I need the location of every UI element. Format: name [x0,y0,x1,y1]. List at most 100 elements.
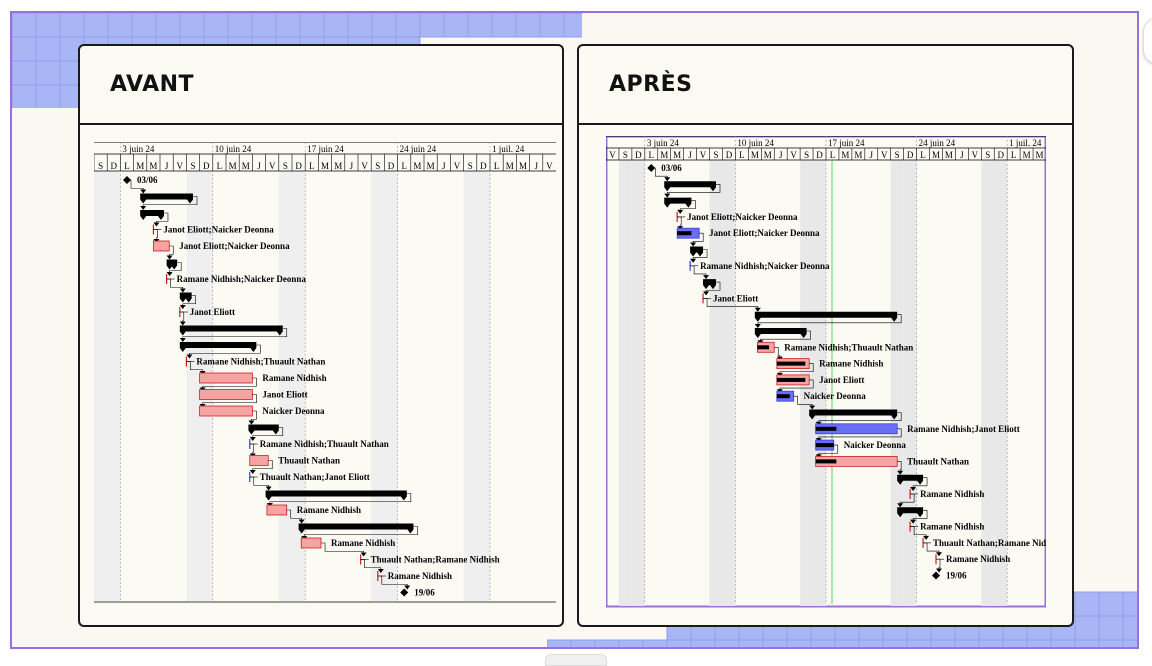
task-label: Ramane Nidhish [920,489,984,499]
task-label: Janot Eliott [262,390,307,400]
weekend-shade [709,160,723,606]
bottom-tab-handle[interactable] [545,654,607,666]
week-label: 17 juin 24 [828,138,865,148]
weekend-shade [384,171,398,601]
grid-deco-cell [1098,591,1124,617]
grid-deco-cell [978,639,1004,647]
day-label: S [375,161,380,171]
summary-bar [664,181,716,192]
dependency-arrowhead [166,272,173,276]
task-bar [300,537,322,549]
after-panel-title: APRÈS [609,72,693,97]
grid-deco-cell [35,13,61,38]
milestone-diamond [400,588,409,597]
day-label: V [972,150,979,160]
grid-deco-cell [491,13,517,38]
dependency-arrowhead [249,437,256,441]
grid-deco-cell [1122,615,1137,641]
dependency-arrowhead [936,568,942,573]
task-label: Thuault Nathan;Ramane Nidhish [933,538,1046,548]
dependency-arrowhead [179,288,186,293]
weekend-shade [618,160,632,606]
day-label: J [165,161,169,171]
task-progress [815,426,837,431]
week-label: 24 juin 24 [400,144,437,154]
day-label: D [111,161,118,171]
task-label: Janot Eliott [819,375,864,385]
grid-deco-cell [954,639,980,647]
day-label: L [920,150,926,160]
day-label: S [98,161,103,171]
task-label: Ramane Nidhish [920,522,984,532]
day-label: V [177,161,184,171]
day-label: M [673,150,681,160]
grid-deco-cell [12,84,37,108]
dependency-arrowhead [153,222,160,227]
task-bar [249,455,269,466]
dependency-arrowhead [754,307,761,312]
grid-deco-cell [203,13,229,38]
before-panel: AVANT 3 juin 24 10 juin 24 17 juin 24 24 ju… [78,44,564,627]
grid-deco-cell [419,13,445,38]
weekend-shade [476,171,490,601]
before-panel-title: AVANT [110,72,195,97]
task-label: Ramane Nidhish;Naicker Deonna [700,261,830,271]
day-label: M [660,150,668,160]
weekend-shade [278,171,292,601]
weekend-shade [463,171,477,601]
dependency-arrowhead [265,486,272,491]
milestone-diamond [932,571,940,580]
dependency-arrowhead [249,470,256,474]
day-label: J [442,161,446,171]
week-label: 17 juin 24 [307,144,344,154]
day-label: L [1011,150,1017,160]
day-label: L [830,150,836,160]
day-label: L [739,150,745,160]
dependency-arrowhead [179,338,186,342]
dependency-arrowhead [179,321,186,326]
task-bar [266,504,288,516]
weekend-shade [631,160,645,606]
task-progress [776,394,790,399]
day-label: V [700,150,707,160]
week-label: 10 juin 24 [737,138,774,148]
dependency-arrowhead [703,291,710,296]
task-bar [199,372,253,384]
grid-deco-cell [618,639,644,647]
task-label: Thuault Nathan [278,456,340,466]
summary-bar [754,328,807,338]
task-label: Ramane Nidhish [331,538,395,548]
grid-deco-cell [1122,639,1137,647]
grid-deco-cell [642,639,668,647]
dependency-arrowhead [404,585,411,590]
summary-bar [664,197,692,208]
week-label: 10 juin 24 [215,144,252,154]
grid-deco-cell [1074,639,1100,647]
task-label: Ramane Nidhish;Thuault Nathan [784,342,913,352]
day-label: M [841,150,849,160]
task-label: Janot Eliott [190,307,235,317]
grid-deco-cell [570,639,596,647]
day-label: L [649,150,655,160]
grid-deco-cell [35,60,61,86]
task-label: Ramane Nidhish;Naicker Deonna [177,274,307,284]
side-panel-handle[interactable] [1143,18,1152,64]
day-label: L [217,161,223,171]
summary-bar [140,210,164,220]
grid-deco-cell [1002,639,1028,647]
day-label: M [427,161,435,171]
task-label: Janot Eliott;Naicker Deonna [687,212,798,222]
grid-deco-cell [59,13,85,38]
dependency-arrowhead [140,189,147,194]
task-label: 19/06 [414,588,435,598]
task-bar [153,240,170,252]
task-label: 19/06 [946,571,967,581]
grid-deco-cell [1098,639,1124,647]
grid-deco-cell [539,13,565,38]
task-label: Naicker Deonna [844,440,907,450]
grid-deco-cell [299,13,325,38]
task-label: Thuault Nathan [907,456,969,466]
grid-deco-cell [155,13,181,38]
after-panel-header: APRÈS [579,46,1072,125]
dependency-arrowhead [248,420,255,425]
